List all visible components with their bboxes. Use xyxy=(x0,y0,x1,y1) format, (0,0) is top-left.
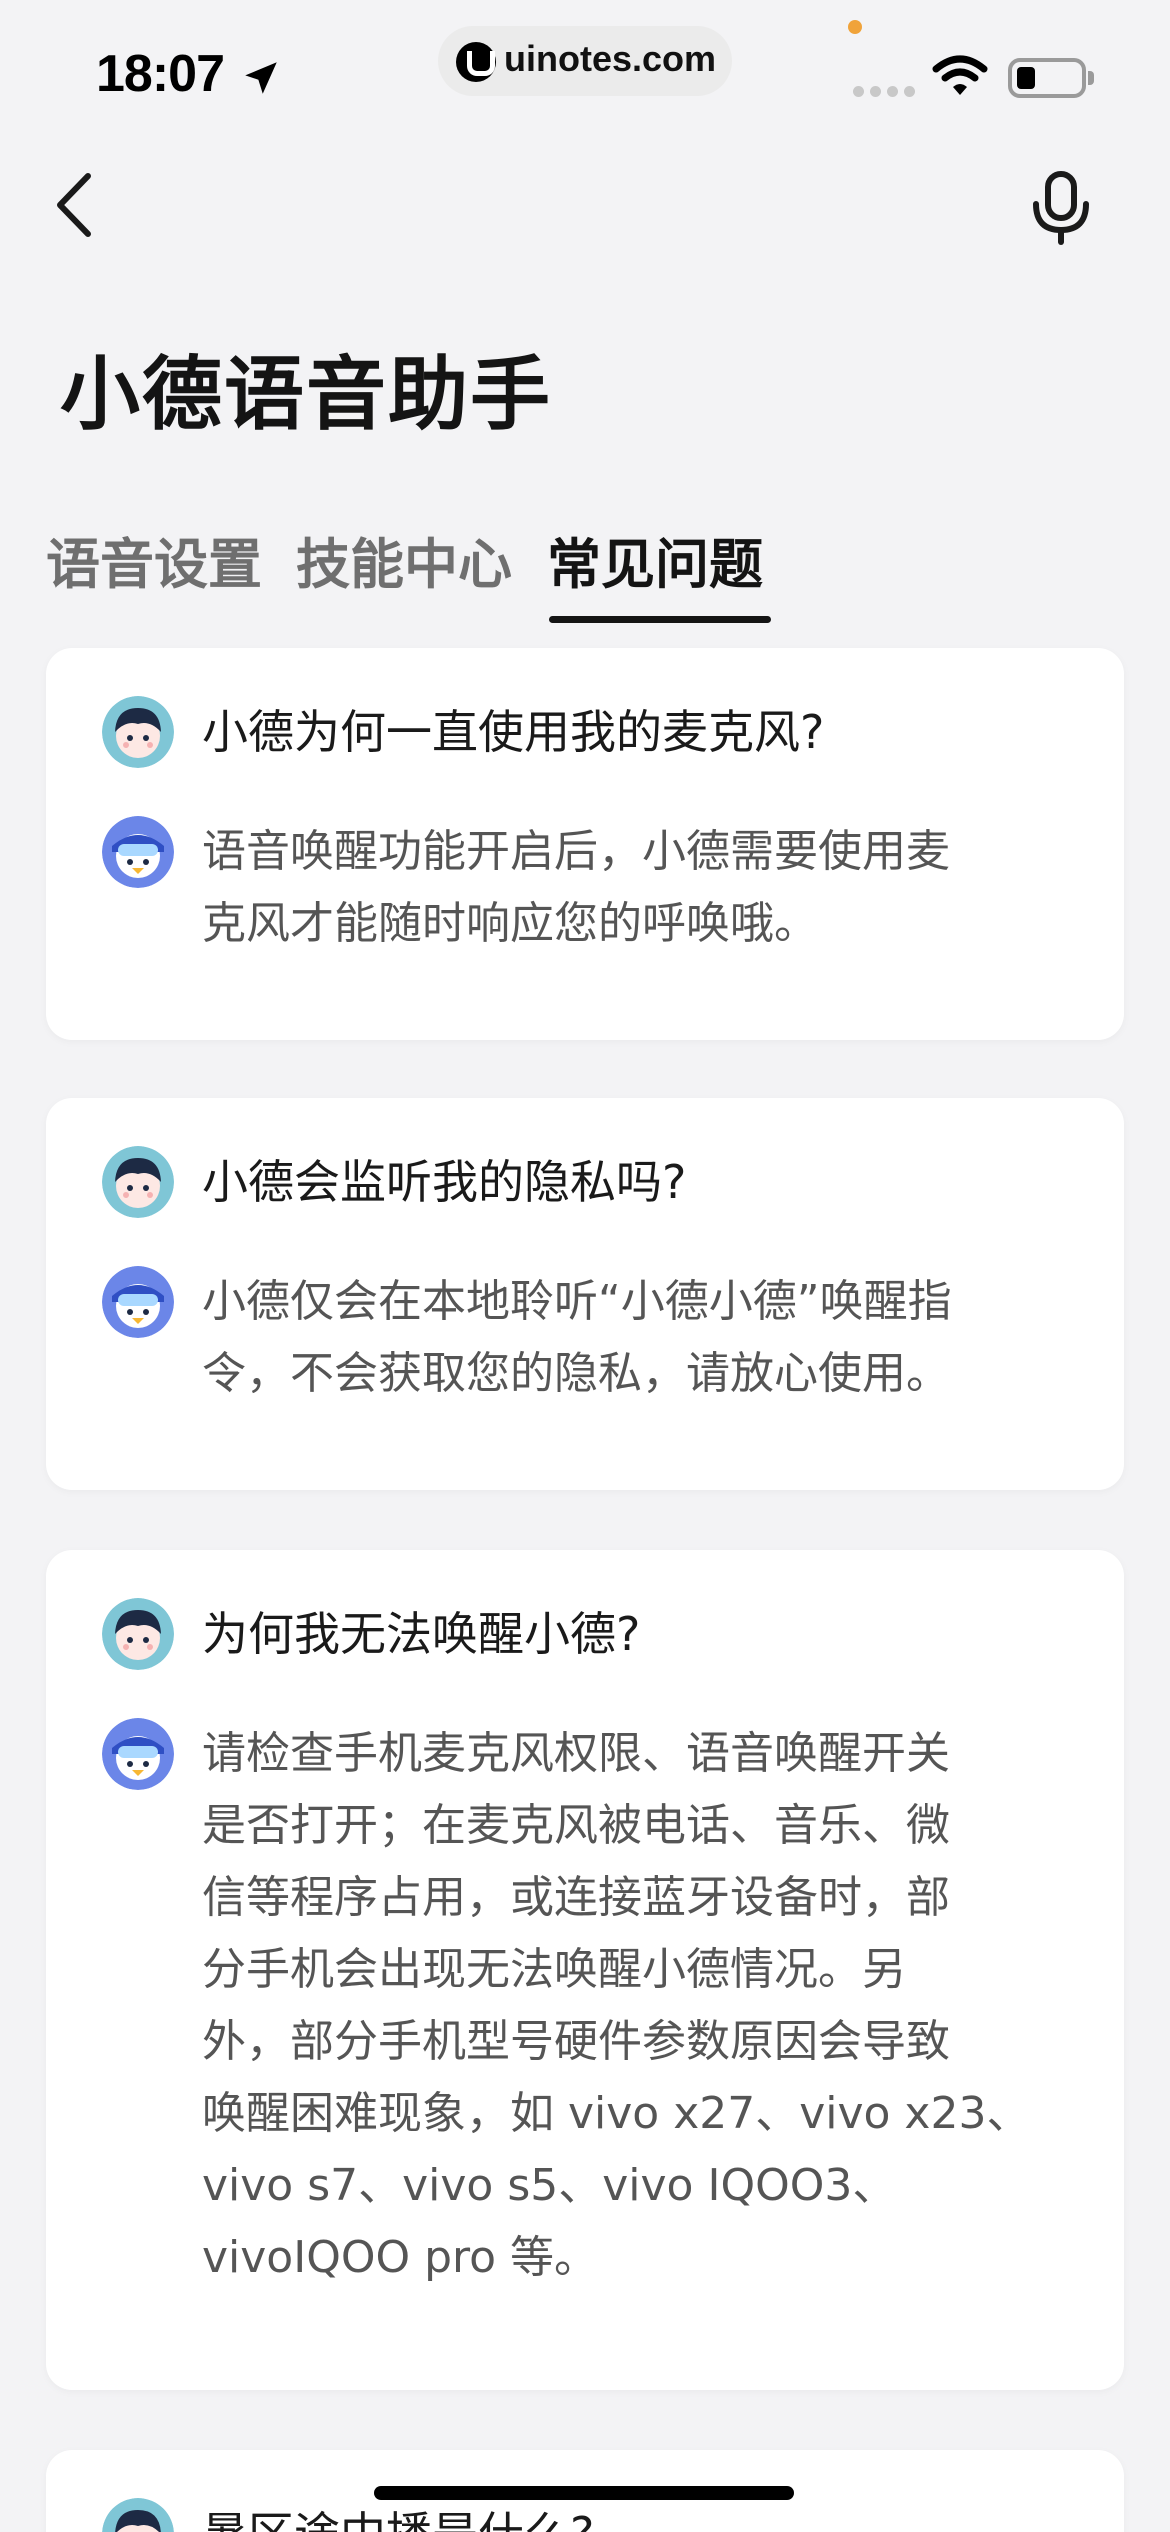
faq-answer: 请检查手机麦克风权限、语音唤醒开关 是否打开；在麦克风被电话、音乐、微 信等程序… xyxy=(202,1728,1031,2283)
user-avatar-icon xyxy=(102,696,174,768)
faq-question: 小德为何一直使用我的麦克风? xyxy=(202,705,825,759)
location-arrow-icon xyxy=(245,62,277,94)
user-avatar-icon xyxy=(102,1146,174,1218)
assistant-avatar-icon xyxy=(102,816,174,888)
faq-answer: 语音唤醒功能开启后，小德需要使用麦 克风才能随时响应您的呼唤哦。 xyxy=(202,826,950,949)
app-screen: 18:07 uinotes.com 小德语音助手 语音设置 技能中心 常见问题 … xyxy=(0,0,1170,2532)
faq-card: 小德会监听我的隐私吗? 小德仅会在本地聆听“小德小德”唤醒指 令，不会获取您的隐… xyxy=(46,1098,1124,1490)
home-indicator[interactable] xyxy=(374,2486,794,2500)
wifi-icon xyxy=(932,55,988,95)
assistant-avatar-icon xyxy=(102,1266,174,1338)
user-avatar-icon xyxy=(102,2498,174,2532)
tab-faq[interactable]: 常见问题 xyxy=(547,520,763,599)
tab-skill-center[interactable]: 技能中心 xyxy=(296,520,512,599)
faq-answer: 小德仅会在本地聆听“小德小德”唤醒指 令，不会获取您的隐私，请放心使用。 xyxy=(202,1276,952,1399)
tab-voice-settings[interactable]: 语音设置 xyxy=(46,520,262,599)
back-arrow-icon[interactable] xyxy=(52,172,96,238)
user-avatar-icon xyxy=(102,1598,174,1670)
battery-icon xyxy=(1008,58,1086,98)
url-pill[interactable]: uinotes.com xyxy=(438,26,732,96)
microphone-icon[interactable] xyxy=(1026,170,1096,246)
cellular-signal-icon xyxy=(853,86,915,98)
battery-level xyxy=(1017,67,1035,89)
faq-question: 小德会监听我的隐私吗? xyxy=(202,1155,687,1209)
active-tab-indicator xyxy=(549,616,771,623)
privacy-indicator-dot xyxy=(848,20,862,34)
status-time: 18:07 xyxy=(96,45,225,103)
faq-card: 小德为何一直使用我的麦克风? 语音唤醒功能开启后，小德需要使用麦 克风才能随时响… xyxy=(46,648,1124,1040)
faq-card: 为何我无法唤醒小德? 请检查手机麦克风权限、语音唤醒开关 是否打开；在麦克风被电… xyxy=(46,1550,1124,2390)
page-title: 小德语音助手 xyxy=(60,348,552,441)
status-bar: 18:07 uinotes.com xyxy=(0,0,1170,140)
battery-tip xyxy=(1088,71,1094,85)
tab-bar: 语音设置 技能中心 常见问题 xyxy=(46,520,1146,630)
faq-question: 为何我无法唤醒小德? xyxy=(202,1607,641,1661)
uinotes-logo-icon xyxy=(456,42,496,82)
assistant-avatar-icon xyxy=(102,1718,174,1790)
faq-question: 暑区途中播是什么? xyxy=(202,2498,1064,2532)
url-text: uinotes.com xyxy=(504,38,717,79)
